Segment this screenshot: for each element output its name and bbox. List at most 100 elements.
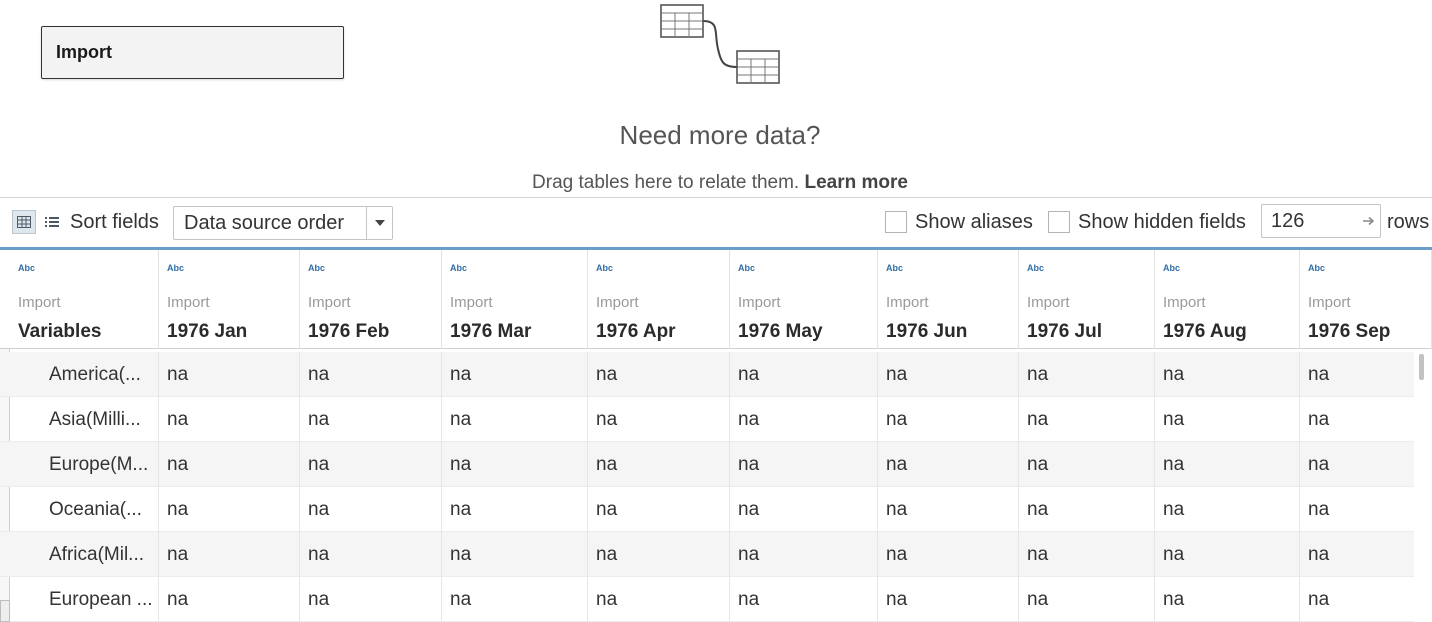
sort-fields-label: Sort fields	[70, 211, 159, 233]
field-type-label: Abc	[1163, 263, 1181, 273]
table-cell: na	[300, 577, 442, 622]
table-cell: na	[730, 577, 878, 622]
field-type-label: Abc	[886, 263, 904, 273]
field-source-label: Import	[596, 294, 639, 311]
table-row: European ... na na na na na na na na na	[0, 577, 1432, 622]
field-name-label: Variables	[18, 321, 102, 342]
table-cell: na	[1019, 532, 1155, 577]
field-name-label: 1976 Jun	[886, 321, 968, 342]
row-label-cell: European ...	[10, 577, 159, 622]
field-name-label: 1976 Feb	[308, 321, 390, 342]
table-cell: na	[442, 487, 588, 532]
table-row: Asia(Milli... na na na na na na na na na	[0, 397, 1432, 442]
table-cell: na	[159, 442, 300, 487]
table-cell: na	[159, 352, 300, 397]
row-label-cell: Europe(M...	[10, 442, 159, 487]
table-cell: na	[442, 397, 588, 442]
show-aliases-checkbox[interactable]	[885, 211, 907, 233]
column-header[interactable]: Abc Import 1976 Feb	[300, 250, 442, 349]
table-cell: na	[1300, 532, 1432, 577]
table-cell: na	[1155, 397, 1300, 442]
need-more-data-title: Need more data?	[619, 120, 821, 150]
field-source-label: Import	[738, 294, 781, 311]
table-cell: na	[442, 577, 588, 622]
table-cell: na	[1019, 442, 1155, 487]
table-cell: na	[300, 352, 442, 397]
field-type-label: Abc	[167, 263, 185, 273]
vertical-scrollbar[interactable]	[1414, 352, 1432, 622]
list-view-button[interactable]	[42, 210, 62, 234]
column-header[interactable]: Abc Import 1976 Jul	[1019, 250, 1155, 349]
column-header[interactable]: Abc Import Variables	[10, 250, 159, 349]
grid-view-button[interactable]	[12, 210, 36, 234]
column-header[interactable]: Abc Import 1976 Jun	[878, 250, 1019, 349]
learn-more-link[interactable]: Learn more	[805, 172, 908, 193]
table-cell: na	[1155, 532, 1300, 577]
table-cell: na	[1155, 442, 1300, 487]
table-cell: na	[1019, 352, 1155, 397]
table-cell: na	[1300, 397, 1432, 442]
field-type-label: Abc	[18, 263, 36, 273]
row-label-cell: America(...	[10, 352, 159, 397]
table-cell: na	[159, 577, 300, 622]
column-header[interactable]: Abc Import 1976 Aug	[1155, 250, 1300, 349]
arrow-right-icon[interactable]	[1362, 214, 1376, 228]
logical-table-card[interactable]: Import	[41, 26, 344, 79]
table-cell: na	[300, 397, 442, 442]
field-type-label: Abc	[450, 263, 468, 273]
table-cell: na	[730, 442, 878, 487]
table-cell: na	[588, 442, 730, 487]
column-header[interactable]: Abc Import 1976 Jan	[159, 250, 300, 349]
table-cell: na	[159, 532, 300, 577]
table-cell: na	[159, 397, 300, 442]
column-header[interactable]: Abc Import 1976 Mar	[442, 250, 588, 349]
horizontal-scrollbar[interactable]	[0, 600, 10, 622]
table-cell: na	[159, 487, 300, 532]
table-cell: na	[1300, 352, 1432, 397]
table-cell: na	[730, 487, 878, 532]
field-name-label: 1976 Apr	[596, 321, 676, 342]
row-label-cell: Africa(Mil...	[10, 532, 159, 577]
table-cell: na	[1155, 352, 1300, 397]
show-aliases-label: Show aliases	[915, 211, 1033, 233]
list-icon	[45, 217, 59, 227]
table-cell: na	[730, 397, 878, 442]
table-cell: na	[1155, 577, 1300, 622]
row-label-cell: Oceania(...	[10, 487, 159, 532]
table-cell: na	[300, 442, 442, 487]
relationship-canvas: Import Need more data? Drag tables here …	[0, 0, 1432, 197]
table-cell: na	[1155, 487, 1300, 532]
relate-tables-icon	[660, 4, 780, 84]
show-hidden-fields-checkbox[interactable]	[1048, 211, 1070, 233]
field-type-label: Abc	[1308, 263, 1326, 273]
field-source-label: Import	[18, 294, 61, 311]
field-name-label: 1976 Jul	[1027, 321, 1102, 342]
table-cell: na	[730, 532, 878, 577]
column-header[interactable]: Abc Import 1976 Sep	[1300, 250, 1432, 349]
column-header-row: Abc Import Variables Abc Import 1976 Jan Abc Im…	[0, 250, 1432, 349]
rows-label: rows	[1387, 211, 1430, 233]
rows-count-input[interactable]: 126	[1261, 204, 1381, 238]
table-cell: na	[878, 532, 1019, 577]
table-cell: na	[1019, 577, 1155, 622]
field-name-label: 1976 Aug	[1163, 321, 1247, 342]
field-type-label: Abc	[1027, 263, 1045, 273]
table-cell: na	[1019, 397, 1155, 442]
drag-hint-text: Drag tables here to relate them.	[532, 172, 800, 193]
field-source-label: Import	[308, 294, 351, 311]
sort-fields-dropdown[interactable]: Data source order	[173, 206, 393, 240]
table-cell: na	[878, 442, 1019, 487]
drag-hint: Drag tables here to relate them. Learn m…	[0, 172, 1432, 194]
scrollbar-thumb[interactable]	[1419, 354, 1424, 380]
column-header[interactable]: Abc Import 1976 Apr	[588, 250, 730, 349]
data-grid-toolbar: Sort fields Data source order Show alias…	[0, 197, 1432, 247]
row-label-cell: Asia(Milli...	[10, 397, 159, 442]
field-name-label: 1976 Jan	[167, 321, 248, 342]
table-row: America(... na na na na na na na na na	[0, 352, 1432, 397]
rows-count-value: 126	[1271, 210, 1305, 232]
table-cell: na	[1300, 487, 1432, 532]
field-name-label: 1976 Mar	[450, 321, 532, 342]
table-cell: na	[300, 532, 442, 577]
column-header[interactable]: Abc Import 1976 May	[730, 250, 878, 349]
show-hidden-fields-label: Show hidden fields	[1078, 211, 1246, 233]
